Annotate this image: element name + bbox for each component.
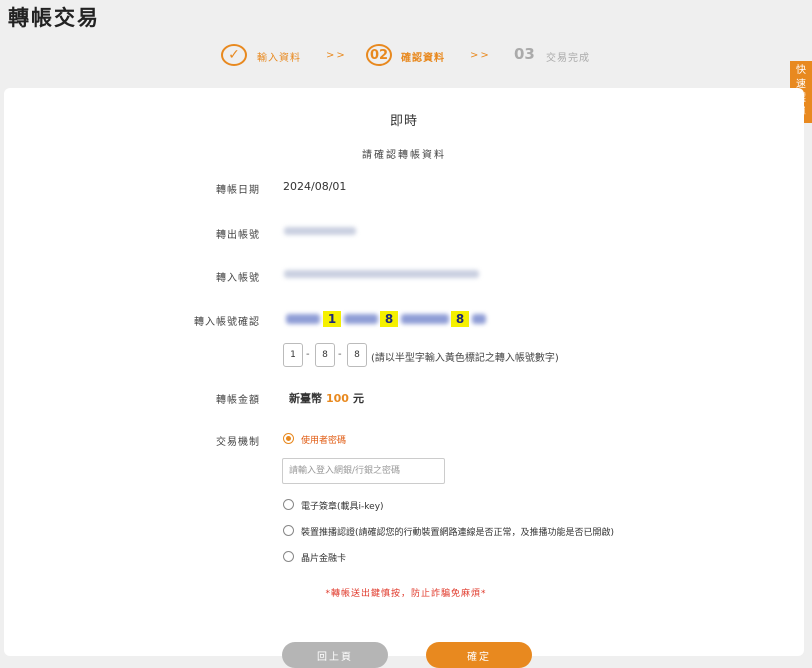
radio-chip-card[interactable]	[283, 551, 294, 562]
confirm-button[interactable]: 確定	[426, 642, 532, 668]
confirm-account-masked: 1 8 8	[284, 311, 494, 327]
progress-steps: ✓ 輸入資料 >> 02 確認資料 >> 03 交易完成	[0, 44, 812, 68]
step-2-label: 確認資料	[401, 53, 445, 64]
step-separator: >>	[470, 50, 491, 61]
password-input[interactable]	[282, 458, 445, 484]
to-account-label: 轉入帳號	[216, 273, 260, 284]
radio-e-signature-label[interactable]: 電子簽章(載具i-key)	[301, 499, 384, 512]
amount-value: 新臺幣 100 元	[289, 390, 364, 406]
amount-currency: 新臺幣	[289, 392, 322, 405]
amount-number: 100	[326, 392, 349, 405]
confirm-card: 即時 請確認轉帳資料 轉帳日期 2024/08/01 轉出帳號 轉入帳號 轉入帳…	[4, 88, 804, 656]
step-2-number: 02	[366, 44, 392, 66]
confirm-account-label: 轉入帳號確認	[194, 317, 260, 328]
confirm-digit-hint: (請以半型字輸入黃色標記之轉入帳號數字)	[371, 353, 559, 364]
fraud-warning: *轉帳送出鍵慎按，防止詐騙免麻煩*	[325, 589, 487, 599]
to-account-value-masked	[284, 270, 479, 278]
quick-menu-char: 快	[796, 65, 806, 76]
step-3-number: 03	[514, 45, 535, 63]
card-subtitle: 請確認轉帳資料	[362, 150, 446, 161]
step-separator: >>	[326, 50, 347, 61]
radio-user-password[interactable]	[283, 433, 294, 444]
page-title: 轉帳交易	[8, 6, 100, 30]
step-3-label: 交易完成	[546, 53, 590, 64]
back-button[interactable]: 回上頁	[282, 642, 388, 668]
highlight-digit: 8	[451, 311, 469, 327]
confirm-digit-input-3[interactable]: 8	[347, 343, 367, 367]
highlight-digit: 8	[380, 311, 398, 327]
highlight-digit: 1	[323, 311, 341, 327]
radio-push-auth-label[interactable]: 裝置推播認證(請確認您的行動裝置網路連線是否正常，及推播功能是否已開啟)	[301, 525, 614, 538]
step-1-check-icon: ✓	[221, 44, 247, 66]
amount-label: 轉帳金額	[216, 395, 260, 406]
radio-user-password-label[interactable]: 使用者密碼	[301, 433, 346, 446]
amount-unit: 元	[352, 392, 364, 405]
step-1-label: 輸入資料	[257, 53, 301, 64]
from-account-label: 轉出帳號	[216, 230, 260, 241]
digit-dash: -	[338, 349, 342, 360]
confirm-digit-input-2[interactable]: 8	[315, 343, 335, 367]
date-value: 2024/08/01	[283, 180, 347, 193]
date-label: 轉帳日期	[216, 185, 260, 196]
digit-dash: -	[306, 349, 310, 360]
confirm-digit-input-1[interactable]: 1	[283, 343, 303, 367]
radio-push-auth[interactable]	[283, 525, 294, 536]
radio-chip-card-label[interactable]: 晶片金融卡	[301, 551, 346, 564]
card-title: 即時	[389, 114, 418, 129]
from-account-value-masked	[284, 227, 356, 235]
radio-e-signature[interactable]	[283, 499, 294, 510]
mechanism-label: 交易機制	[216, 437, 260, 448]
